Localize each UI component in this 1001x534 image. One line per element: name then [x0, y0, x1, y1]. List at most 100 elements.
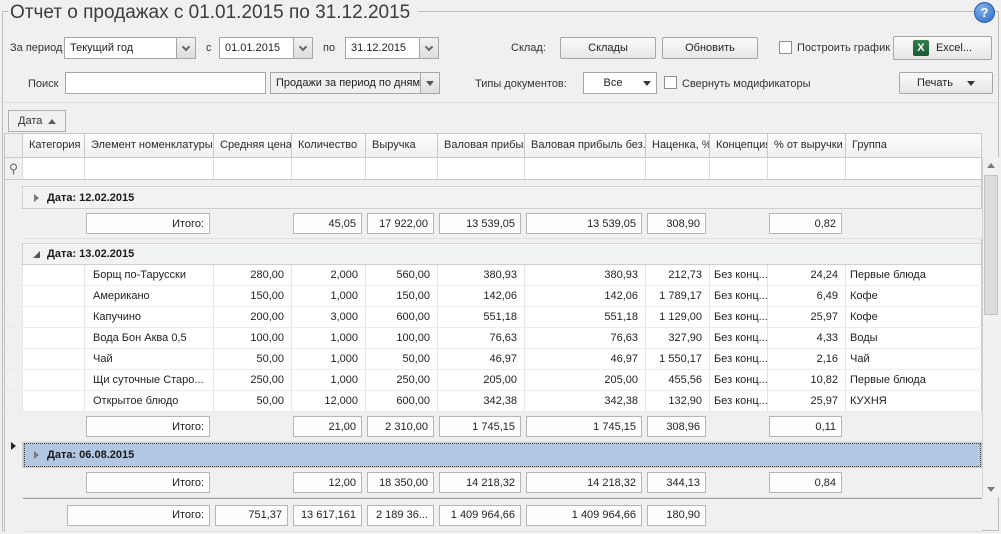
cell-item-name[interactable]: Щи суточные Старо... [85, 370, 214, 390]
group-row-content[interactable]: Дата: 12.02.2015 [23, 186, 982, 209]
filter-cell-category[interactable] [23, 158, 85, 179]
cell-group[interactable]: Кофе [846, 286, 982, 306]
cell-revenue[interactable]: 50,00 [366, 349, 438, 369]
cell-quantity[interactable]: 1,000 [292, 370, 366, 390]
cell-markup[interactable]: 455,56 [646, 370, 710, 390]
filter-cell-pct[interactable] [768, 158, 846, 179]
cell-gross-wo[interactable]: 142,06 [525, 286, 646, 306]
warehouses-button[interactable]: Склады [560, 37, 656, 59]
cell-revenue[interactable]: 600,00 [366, 391, 438, 411]
cell-gross-wo[interactable]: 551,18 [525, 307, 646, 327]
chevron-down-icon[interactable] [420, 73, 439, 93]
cell-concept[interactable]: Без конц... [710, 349, 768, 369]
cell-avg-price[interactable]: 50,00 [214, 391, 292, 411]
date-to-picker[interactable]: 31.12.2015 [345, 37, 439, 59]
cell-markup[interactable]: 1 550,17 [646, 349, 710, 369]
date-from-picker[interactable]: 01.01.2015 [219, 37, 313, 59]
column-header-pct-revenue[interactable]: % от выручки [768, 134, 846, 157]
cell-group[interactable]: Воды [846, 328, 982, 348]
cell-quantity[interactable]: 1,000 [292, 349, 366, 369]
table-row[interactable]: Открытое блюдо 50,00 12,000 600,00 342,3… [5, 391, 982, 412]
cell-avg-price[interactable]: 100,00 [214, 328, 292, 348]
cell-avg-price[interactable]: 200,00 [214, 307, 292, 327]
refresh-button[interactable]: Обновить [662, 37, 758, 59]
cell-markup[interactable]: 1 129,00 [646, 307, 710, 327]
column-header-gross-profit[interactable]: Валовая прибыль [438, 134, 525, 157]
cell-pct[interactable]: 4,33 [768, 328, 846, 348]
cell-quantity[interactable]: 3,000 [292, 307, 366, 327]
cell-item-name[interactable]: Открытое блюдо [85, 391, 214, 411]
cell-item-name[interactable]: Чай [85, 349, 214, 369]
cell-gross[interactable]: 205,00 [438, 370, 525, 390]
cell-pct[interactable]: 25,97 [768, 307, 846, 327]
cell-pct[interactable]: 25,97 [768, 391, 846, 411]
cell-category[interactable] [23, 286, 85, 306]
cell-item-name[interactable]: Капучино [85, 307, 214, 327]
cell-revenue[interactable]: 600,00 [366, 307, 438, 327]
cell-avg-price[interactable]: 280,00 [214, 265, 292, 285]
expand-collapsed-icon[interactable] [34, 194, 39, 202]
filter-cell-concept[interactable] [710, 158, 768, 179]
cell-gross-wo[interactable]: 205,00 [525, 370, 646, 390]
doc-types-combobox[interactable]: Все [583, 72, 657, 94]
cell-concept[interactable]: Без конц... [710, 307, 768, 327]
cell-quantity[interactable]: 1,000 [292, 328, 366, 348]
cell-revenue[interactable]: 250,00 [366, 370, 438, 390]
cell-gross[interactable]: 342,38 [438, 391, 525, 411]
cell-quantity[interactable]: 12,000 [292, 391, 366, 411]
cell-revenue[interactable]: 100,00 [366, 328, 438, 348]
filter-cell-gross[interactable] [438, 158, 525, 179]
filter-cell-avg-price[interactable] [214, 158, 292, 179]
group-by-chip-date[interactable]: Дата [8, 110, 66, 132]
cell-quantity[interactable]: 1,000 [292, 286, 366, 306]
excel-button[interactable]: X Excel... [893, 36, 992, 60]
chevron-down-icon[interactable] [293, 38, 312, 58]
filter-cell-revenue[interactable] [366, 158, 438, 179]
cell-revenue[interactable]: 150,00 [366, 286, 438, 306]
expand-expanded-icon[interactable] [33, 251, 40, 258]
column-header-gross-profit-wo[interactable]: Валовая прибыль без... [525, 134, 646, 157]
table-row[interactable]: Чай 50,00 1,000 50,00 46,97 46,97 1 550,… [5, 349, 982, 370]
cell-pct[interactable]: 24,24 [768, 265, 846, 285]
filter-cell-markup[interactable] [646, 158, 710, 179]
cell-concept[interactable]: Без конц... [710, 286, 768, 306]
filter-cell-group[interactable] [846, 158, 982, 179]
chevron-down-icon[interactable] [176, 38, 195, 58]
cell-avg-price[interactable]: 50,00 [214, 349, 292, 369]
table-row[interactable]: Щи суточные Старо... 250,00 1,000 250,00… [5, 370, 982, 391]
print-button[interactable]: Печать [899, 72, 993, 94]
column-header-category[interactable]: Категория [23, 134, 85, 157]
cell-group[interactable]: Кофе [846, 307, 982, 327]
cell-category[interactable] [23, 370, 85, 390]
cell-gross-wo[interactable]: 380,93 [525, 265, 646, 285]
cell-concept[interactable]: Без конц... [710, 391, 768, 411]
cell-gross[interactable]: 76,63 [438, 328, 525, 348]
cell-gross[interactable]: 551,18 [438, 307, 525, 327]
column-header-item[interactable]: Элемент номенклатуры [85, 134, 214, 157]
cell-concept[interactable]: Без конц... [710, 328, 768, 348]
cell-category[interactable] [23, 307, 85, 327]
cell-item-name[interactable]: Борщ по-Тарусски [85, 265, 214, 285]
table-row[interactable]: Вода Бон Аква 0,5 100,00 1,000 100,00 76… [5, 328, 982, 349]
chevron-down-icon[interactable] [419, 38, 438, 58]
cell-category[interactable] [23, 265, 85, 285]
cell-group[interactable]: Первые блюда [846, 370, 982, 390]
vertical-scrollbar[interactable] [982, 157, 999, 497]
column-header-markup[interactable]: Наценка, % [646, 134, 710, 157]
scroll-up-icon[interactable] [983, 157, 999, 173]
scrollbar-thumb[interactable] [984, 175, 998, 315]
cell-pct[interactable]: 10,82 [768, 370, 846, 390]
cell-gross-wo[interactable]: 342,38 [525, 391, 646, 411]
build-chart-checkbox[interactable] [779, 41, 792, 54]
cell-gross-wo[interactable]: 46,97 [525, 349, 646, 369]
period-combobox[interactable]: Текущий год [64, 37, 196, 59]
table-row[interactable]: Капучино 200,00 3,000 600,00 551,18 551,… [5, 307, 982, 328]
cell-quantity[interactable]: 2,000 [292, 265, 366, 285]
table-row[interactable]: Американо 150,00 1,000 150,00 142,06 142… [5, 286, 982, 307]
cell-category[interactable] [23, 349, 85, 369]
column-header-revenue[interactable]: Выручка [366, 134, 438, 157]
cell-avg-price[interactable]: 250,00 [214, 370, 292, 390]
cell-category[interactable] [23, 328, 85, 348]
column-header-quantity[interactable]: Количество [292, 134, 366, 157]
cell-concept[interactable]: Без конц... [710, 265, 768, 285]
